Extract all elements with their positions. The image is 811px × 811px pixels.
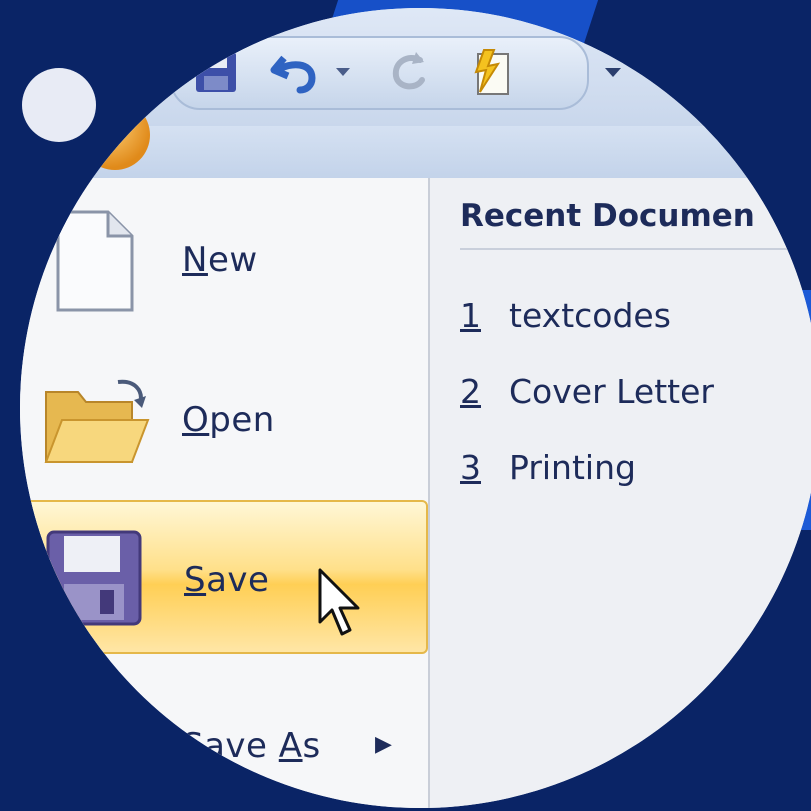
menu-item-save[interactable]: Save [20,500,428,654]
recent-documents-pane: Recent Documen 1 textcodes 2 Cover Letter … [430,178,811,808]
menu-item-label: Save As [182,726,321,766]
save-disk-icon [46,530,142,626]
menu-item-save-as[interactable]: Save As ▶ [20,668,424,798]
new-document-icon [56,210,134,312]
menu-item-label: Save [184,560,270,600]
menu-item-open[interactable]: Open [20,348,424,478]
menu-item-new[interactable]: New [20,188,424,318]
file-menu: New Open Save Save As ▶ [20,178,430,808]
customize-toolbar-icon[interactable] [598,46,628,98]
save-icon[interactable] [188,46,244,98]
magnified-view: New Open Save Save As ▶ Recent Documen 1… [20,8,811,808]
recent-item-1[interactable]: 1 textcodes [460,296,671,335]
spelling-icon[interactable] [458,46,522,98]
office-button[interactable] [80,100,150,170]
submenu-arrow-icon: ▶ [375,732,392,757]
title-divider [460,248,811,250]
save-as-icon [62,690,138,776]
recent-item-2[interactable]: 2 Cover Letter [460,372,714,411]
menu-item-label: Open [182,400,275,440]
redo-icon[interactable] [382,46,438,98]
undo-dropdown-icon[interactable] [330,46,356,98]
menu-item-label: New [182,240,258,280]
recent-item-3[interactable]: 3 Printing [460,448,636,487]
undo-icon[interactable] [268,46,324,98]
mouse-cursor-icon [318,568,360,636]
open-folder-icon [44,379,150,463]
recent-documents-title: Recent Documen [460,198,755,234]
